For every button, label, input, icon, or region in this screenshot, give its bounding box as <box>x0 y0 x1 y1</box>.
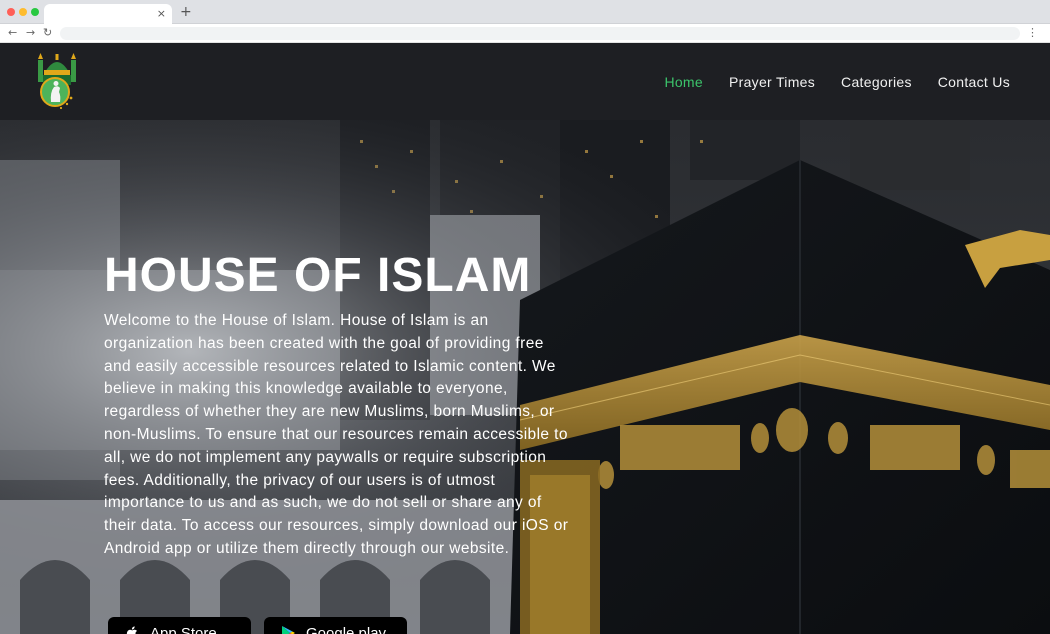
apple-icon <box>126 626 137 634</box>
nav-link-prayer-times[interactable]: Prayer Times <box>729 74 815 90</box>
nav-link-contact-us[interactable]: Contact Us <box>938 74 1010 90</box>
site-header: Home Prayer Times Categories Contact Us <box>0 43 1050 120</box>
app-store-button[interactable]: App Store <box>108 617 251 634</box>
close-window-button[interactable] <box>7 8 15 16</box>
browser-toolbar: ← → ↻ ⋮ <box>0 24 1050 43</box>
main-nav: Home Prayer Times Categories Contact Us <box>664 43 1010 120</box>
tab-close-icon[interactable]: × <box>157 7 166 21</box>
maximize-window-button[interactable] <box>31 8 39 16</box>
new-tab-icon[interactable]: + <box>180 4 192 20</box>
mosque-logo-icon[interactable] <box>34 52 80 110</box>
reload-icon[interactable]: ↻ <box>43 26 52 40</box>
nav-link-categories[interactable]: Categories <box>841 74 912 90</box>
address-bar[interactable] <box>60 27 1020 40</box>
google-play-label: Google play <box>306 625 387 634</box>
hero-section: HOUSE OF ISLAM Welcome to the House of I… <box>0 120 1050 634</box>
browser-tab[interactable]: × <box>44 4 172 24</box>
hero-description: Welcome to the House of Islam. House of … <box>104 312 569 557</box>
browser-tab-strip: × + <box>0 0 1050 24</box>
browser-menu-icon[interactable]: ⋮ <box>1027 25 1038 41</box>
nav-link-home[interactable]: Home <box>664 74 703 90</box>
google-play-icon <box>282 626 295 634</box>
google-play-button[interactable]: Google play <box>264 617 407 634</box>
back-arrow-icon[interactable]: ← <box>8 26 17 40</box>
hero-title: HOUSE OF ISLAM <box>104 249 532 302</box>
forward-arrow-icon[interactable]: → <box>26 26 35 40</box>
minimize-window-button[interactable] <box>19 8 27 16</box>
app-store-label: App Store <box>150 625 217 634</box>
